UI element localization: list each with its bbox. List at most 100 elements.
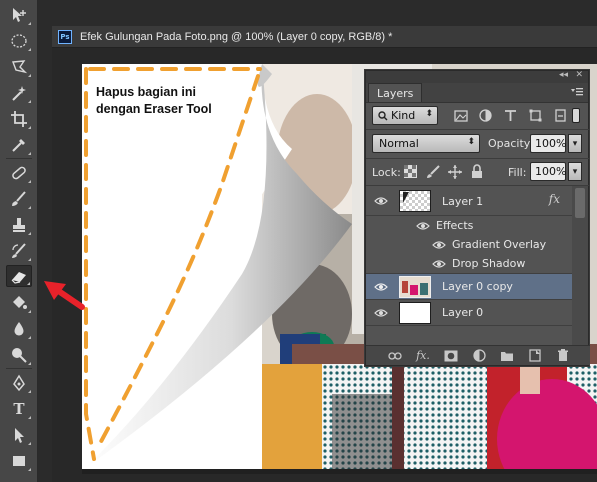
opacity-label: Opacity: [488, 137, 534, 150]
layer-style-fx-icon[interactable]: fx. [416, 349, 430, 363]
layers-panel: ◂◂ ✕ Layers Kind ⬍ Normal ⬍ Opacity: 100… [365, 70, 590, 366]
canvas-caption: Hapus bagian ini dengan Eraser Tool [96, 84, 246, 118]
ellipse-marquee-icon [11, 34, 27, 48]
new-group-icon[interactable] [500, 349, 514, 363]
photo-thumbnail-icon [400, 277, 430, 297]
paint-bucket-icon [13, 296, 27, 309]
type-filter-icon[interactable] [502, 107, 519, 124]
adjustment-filter-icon[interactable] [477, 107, 494, 124]
collapse-icon[interactable]: ◂◂ [559, 70, 568, 80]
smart-object-filter-icon[interactable] [552, 107, 569, 124]
layer-thumbnail [399, 276, 431, 298]
magic-wand-icon [12, 86, 26, 101]
filter-toggle[interactable] [572, 108, 580, 123]
layer-row[interactable]: Layer 0 [366, 300, 574, 326]
document-tab[interactable]: Ps Efek Gulungan Pada Foto.png @ 100% (L… [52, 26, 597, 48]
dodge-icon [12, 348, 27, 363]
layer-thumbnail [399, 190, 431, 212]
shape-filter-icon[interactable] [527, 107, 544, 124]
visibility-eye-icon[interactable] [432, 259, 446, 269]
effect-row[interactable]: Gradient Overlay [366, 235, 574, 254]
path-selection-tool[interactable] [6, 424, 32, 446]
lasso-tool[interactable] [6, 56, 32, 78]
effect-row[interactable]: Drop Shadow [366, 254, 574, 274]
healing-brush-tool[interactable] [6, 162, 32, 184]
caption-line-2: dengan Eraser Tool [96, 102, 212, 116]
layer-list-scrollbar[interactable] [572, 186, 588, 346]
filter-icons [452, 107, 569, 124]
stamp-icon [13, 218, 25, 232]
magic-wand-tool[interactable] [6, 82, 32, 104]
panel-titlebar[interactable]: ◂◂ ✕ [366, 70, 588, 83]
link-layers-icon[interactable] [388, 349, 402, 363]
effects-row[interactable]: Effects [366, 216, 574, 235]
document-title: Efek Gulungan Pada Foto.png @ 100% (Laye… [80, 30, 393, 43]
history-brush-tool[interactable] [6, 240, 32, 262]
layer-name[interactable]: Layer 1 [442, 195, 483, 208]
bandage-icon [12, 166, 26, 180]
delete-layer-icon[interactable] [556, 349, 570, 363]
tools-panel: T [0, 0, 38, 482]
updown-icon: ⬍ [425, 109, 433, 119]
panel-menu-icon[interactable] [571, 87, 583, 97]
visibility-eye-icon[interactable] [374, 308, 388, 318]
effect-name: Drop Shadow [452, 257, 526, 270]
layer-row[interactable]: Layer 1 fx [366, 186, 574, 216]
photoshop-logo-icon: Ps [58, 29, 72, 44]
layer-name[interactable]: Layer 0 [442, 306, 483, 319]
layers-bottom-toolbar: fx. [366, 345, 590, 365]
close-icon[interactable]: ✕ [575, 70, 583, 80]
blur-tool[interactable] [6, 318, 32, 340]
rectangle-icon [13, 456, 25, 466]
dodge-tool[interactable] [6, 344, 32, 366]
eyedropper-icon [12, 139, 25, 152]
new-layer-icon[interactable] [528, 349, 542, 363]
move-tool[interactable] [6, 4, 32, 26]
add-mask-icon[interactable] [444, 349, 458, 363]
brush-icon [12, 191, 26, 206]
lock-pixels-icon[interactable] [426, 165, 440, 179]
layer-name[interactable]: Layer 0 copy [442, 280, 513, 293]
blend-mode-dropdown[interactable]: Normal ⬍ [372, 134, 480, 153]
scrollbar-thumb[interactable] [575, 188, 585, 218]
kind-filter-dropdown[interactable]: Kind ⬍ [372, 106, 438, 125]
path-selection-icon [15, 428, 24, 443]
lock-transparent-icon[interactable] [404, 165, 417, 178]
fill-input[interactable]: 100% [530, 162, 566, 181]
lock-all-icon[interactable] [471, 164, 483, 179]
new-adjustment-layer-icon[interactable] [472, 349, 486, 363]
pen-tool[interactable] [6, 372, 32, 394]
fill-label: Fill: [508, 166, 527, 179]
eraser-tool[interactable] [6, 265, 32, 287]
visibility-eye-icon[interactable] [416, 221, 430, 231]
type-tool[interactable]: T [6, 398, 32, 420]
effects-label: Effects [436, 219, 474, 232]
opacity-input[interactable]: 100% [530, 134, 566, 153]
visibility-eye-icon[interactable] [374, 282, 388, 292]
fx-icon[interactable]: fx [549, 192, 560, 206]
paint-bucket-tool[interactable] [6, 292, 32, 314]
visibility-eye-icon[interactable] [374, 196, 388, 206]
drop-icon [14, 322, 24, 336]
lock-label: Lock: [372, 166, 401, 179]
updown-icon: ⬍ [467, 137, 475, 147]
opacity-value: 100% [535, 137, 567, 150]
effect-name: Gradient Overlay [452, 238, 547, 251]
clone-stamp-tool[interactable] [6, 214, 32, 236]
tab-layers[interactable]: Layers [368, 83, 423, 102]
fill-dropdown-icon[interactable]: ▾ [568, 162, 582, 181]
panel-tabs: Layers [366, 83, 588, 103]
layer-thumbnail [399, 302, 431, 324]
type-icon: T [13, 400, 25, 418]
pixel-filter-icon[interactable] [452, 107, 469, 124]
layer-row-selected[interactable]: Layer 0 copy [366, 274, 574, 300]
lock-position-icon[interactable] [448, 165, 462, 179]
opacity-dropdown-icon[interactable]: ▾ [568, 134, 582, 153]
rectangle-tool[interactable] [6, 450, 32, 472]
marquee-tool[interactable] [6, 30, 32, 52]
brush-tool[interactable] [6, 188, 32, 210]
curl-thumbnail-icon [403, 192, 409, 203]
crop-tool[interactable] [6, 108, 32, 130]
visibility-eye-icon[interactable] [432, 240, 446, 250]
eyedropper-tool[interactable] [6, 134, 32, 156]
